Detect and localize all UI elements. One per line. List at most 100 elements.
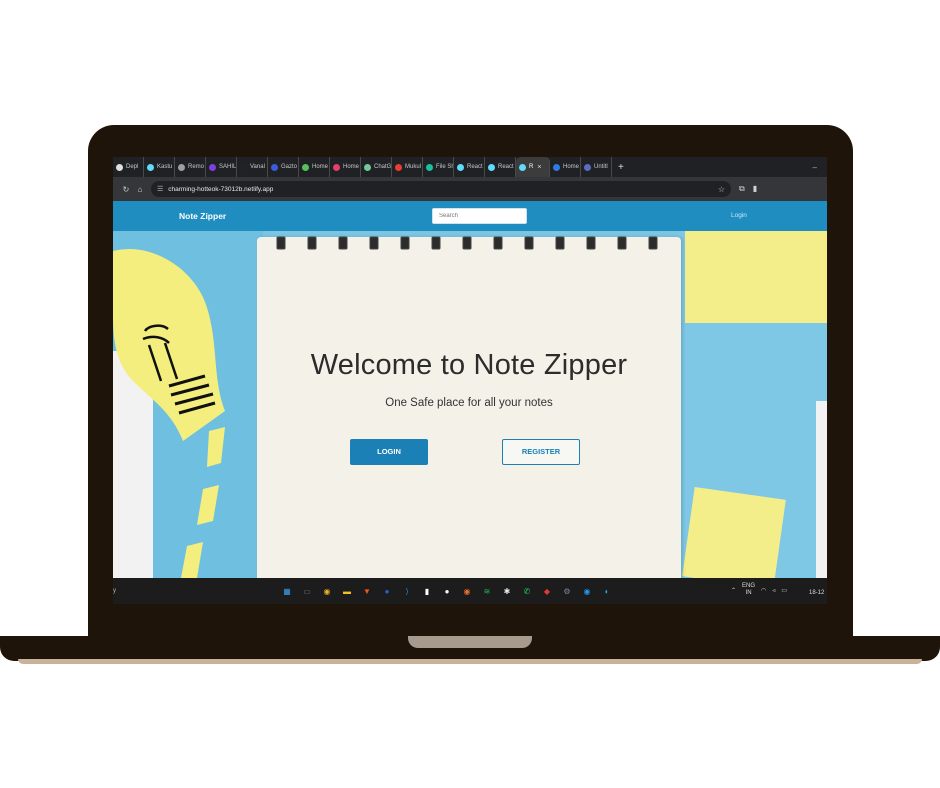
- wifi-icon[interactable]: ◠: [761, 587, 766, 594]
- tab-favicon-icon: [240, 163, 247, 171]
- nav-login-link[interactable]: Login: [731, 212, 747, 219]
- sticky-note-top: [685, 231, 827, 323]
- brand-link[interactable]: Note Zipper: [179, 211, 226, 221]
- tab-label: Depl: [126, 164, 139, 170]
- tab-label: Home: [343, 164, 360, 170]
- tab-favicon-icon: [209, 163, 216, 171]
- app-icon[interactable]: ●: [379, 583, 395, 599]
- bookmark-star-icon[interactable]: ☆: [718, 185, 725, 194]
- tab-label: Gazto: [281, 164, 298, 170]
- tab-favicon-icon: [147, 163, 154, 171]
- tab-favicon-icon: [364, 163, 371, 171]
- browser-tab[interactable]: ChatG: [361, 157, 392, 177]
- tab-label: SAHIL: [219, 164, 237, 170]
- browser-toolbar: ↻ ⌂ ☰ charming-hotteok-73012b.netlify.ap…: [113, 177, 827, 201]
- file-explorer-icon[interactable]: ▬: [339, 583, 355, 599]
- browser-tab[interactable]: Mukul: [392, 157, 423, 177]
- settings-icon[interactable]: ⚙: [559, 583, 575, 599]
- taskbar-apps: ▦ ▭ ◉ ▬ ▼ ● ⟩ ▮ ● ◉ ≋ ✱ ✆ ◆ ⚙ ◉ ◐: [279, 583, 615, 599]
- browser-tab[interactable]: Gazto: [268, 157, 299, 177]
- address-bar[interactable]: ☰ charming-hotteok-73012b.netlify.app ☆: [151, 181, 731, 197]
- tab-favicon-icon: [553, 163, 560, 171]
- postman-icon[interactable]: ◉: [459, 583, 475, 599]
- tab-label: Home: [563, 164, 580, 170]
- browser-tab[interactable]: React: [454, 157, 485, 177]
- toolbar-actions: ⧉ ▮: [739, 184, 757, 194]
- language-indicator[interactable]: ENG IN: [742, 583, 755, 597]
- tab-label: Mukul: [405, 164, 422, 170]
- tab-favicon-icon: [333, 163, 340, 171]
- windows-start-icon[interactable]: ▦: [279, 583, 295, 599]
- taskbar-clock[interactable]: 18-12: [809, 590, 824, 596]
- tab-favicon-icon: [488, 163, 495, 171]
- slack-icon[interactable]: ✱: [499, 583, 515, 599]
- browser-tab[interactable]: React: [485, 157, 516, 177]
- hero-title: Welcome to Note Zipper: [310, 349, 628, 381]
- laptop-mockup: Depl Kastu Remo SAHIL Vanal Gazto Home Home Chat…: [0, 0, 940, 788]
- anydesk-icon[interactable]: ◆: [539, 583, 555, 599]
- volume-icon[interactable]: ◃: [772, 587, 775, 594]
- browser-tab[interactable]: Home: [299, 157, 330, 177]
- browser-tab[interactable]: Remo: [175, 157, 206, 177]
- tab-favicon-icon: [584, 163, 591, 171]
- url-text: charming-hotteok-73012b.netlify.app: [168, 185, 274, 193]
- browser-tab[interactable]: Kastu: [144, 157, 175, 177]
- reload-icon[interactable]: ↻: [119, 185, 133, 194]
- tab-label: Untitl: [594, 164, 608, 170]
- new-tab-button[interactable]: +: [612, 162, 630, 173]
- register-button[interactable]: REGISTER: [502, 439, 580, 465]
- edge-icon[interactable]: ◐: [599, 583, 615, 599]
- paper-strip: [816, 401, 827, 578]
- tab-label: File Sh: [436, 164, 454, 170]
- hero-subtitle: One Safe place for all your notes: [385, 397, 553, 409]
- language-code: ENG: [742, 583, 756, 589]
- chrome-icon[interactable]: ◉: [319, 583, 335, 599]
- home-icon[interactable]: ⌂: [133, 185, 147, 194]
- tab-label: Kastu: [157, 164, 173, 170]
- tab-label: React: [498, 164, 514, 170]
- login-button[interactable]: LOGIN: [350, 439, 428, 465]
- browser-tab[interactable]: SAHIL: [206, 157, 237, 177]
- lightbulb-illustration: [113, 249, 225, 578]
- tab-label: ChatG: [374, 164, 392, 170]
- tab-label: R: [529, 164, 534, 170]
- brave-icon[interactable]: ▼: [359, 583, 375, 599]
- browser-tab[interactable]: Home: [330, 157, 361, 177]
- tab-label: React: [467, 164, 483, 170]
- site-info-icon[interactable]: ☰: [157, 185, 163, 193]
- tab-favicon-icon: [178, 163, 185, 171]
- task-view-icon[interactable]: ▭: [299, 583, 315, 599]
- browser-tab[interactable]: Home: [550, 157, 581, 177]
- search-input[interactable]: [432, 208, 527, 224]
- app-icon[interactable]: ◉: [579, 583, 595, 599]
- browser-tab[interactable]: Depl: [113, 157, 144, 177]
- sidebar-icon[interactable]: ▮: [753, 184, 757, 194]
- tab-favicon-icon: [457, 163, 464, 171]
- browser-tab[interactable]: File Sh: [423, 157, 454, 177]
- app-icon[interactable]: ▮: [419, 583, 435, 599]
- tab-close-icon[interactable]: ×: [537, 164, 541, 171]
- laptop-shadow: [18, 659, 922, 664]
- laptop-notch: [408, 636, 532, 648]
- tab-favicon-icon: [426, 163, 433, 171]
- tab-label: Remo: [188, 164, 205, 170]
- spiral-rings: [276, 236, 658, 250]
- tab-label: Home: [312, 164, 329, 170]
- tab-favicon-icon: [271, 163, 278, 171]
- whatsapp-icon[interactable]: ✆: [519, 583, 535, 599]
- browser-tab[interactable]: Untitl: [581, 157, 612, 177]
- github-icon[interactable]: ●: [439, 583, 455, 599]
- spotify-icon[interactable]: ≋: [479, 583, 495, 599]
- browser-tab[interactable]: Vanal: [237, 157, 268, 177]
- tab-favicon-icon: [302, 163, 309, 171]
- tab-label: Vanal: [250, 164, 265, 170]
- browser-tab[interactable]: R ×: [516, 157, 550, 177]
- sticky-note-bottom: [682, 487, 786, 578]
- chevron-up-icon[interactable]: ⌃: [731, 587, 736, 594]
- vscode-icon[interactable]: ⟩: [399, 583, 415, 599]
- system-tray: ⌃ ENG IN ◠ ◃ ▭: [731, 583, 787, 597]
- minimize-button[interactable]: –: [813, 163, 827, 172]
- battery-icon[interactable]: ▭: [781, 587, 787, 594]
- extensions-icon[interactable]: ⧉: [739, 184, 745, 194]
- tab-favicon-icon: [395, 163, 402, 171]
